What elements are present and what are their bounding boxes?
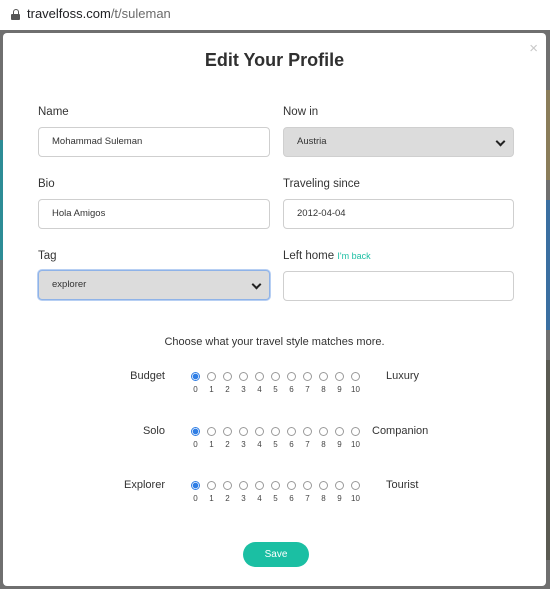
style-radio[interactable] <box>207 427 216 436</box>
style-radio[interactable] <box>207 372 216 381</box>
scale-left-label: Explorer <box>124 479 165 491</box>
name-label: Name <box>38 106 69 118</box>
scale-number: 8 <box>321 385 326 394</box>
tag-select[interactable]: explorer <box>38 270 270 300</box>
style-radio[interactable] <box>271 427 280 436</box>
style-radio[interactable] <box>207 481 216 490</box>
scale-number: 2 <box>225 385 230 394</box>
style-radio[interactable] <box>335 481 344 490</box>
scale-number: 7 <box>305 494 310 503</box>
travel-style-prompt: Choose what your travel style matches mo… <box>164 336 385 348</box>
style-radio[interactable] <box>191 427 200 436</box>
scale-number: 5 <box>273 440 278 449</box>
scale-number: 3 <box>241 494 246 503</box>
traveling-since-input[interactable]: 2012-04-04 <box>283 199 514 229</box>
style-radio[interactable] <box>271 481 280 490</box>
now-in-value: Austria <box>297 136 327 147</box>
bio-input[interactable]: Hola Amigos <box>38 199 270 229</box>
modal-title: Edit Your Profile <box>204 50 345 70</box>
scale-number: 3 <box>241 440 246 449</box>
scale-number: 0 <box>193 494 198 503</box>
lock-icon <box>11 9 20 20</box>
style-radio[interactable] <box>239 372 248 381</box>
scale-left-label: Solo <box>142 425 165 437</box>
style-radio[interactable] <box>239 427 248 436</box>
scale-number: 10 <box>351 494 360 503</box>
style-radio[interactable] <box>303 481 312 490</box>
scale-number: 3 <box>241 385 246 394</box>
style-radio[interactable] <box>351 481 360 490</box>
scale-number: 1 <box>209 385 214 394</box>
scale-number: 4 <box>257 440 262 449</box>
style-radio[interactable] <box>271 372 280 381</box>
scale-number: 10 <box>351 440 360 449</box>
edit-profile-modal: × Edit Your Profile Name Mohammad Sulema… <box>3 33 546 586</box>
chevron-down-icon <box>495 136 506 147</box>
scale-number: 7 <box>305 385 310 394</box>
save-button[interactable]: Save <box>243 542 309 567</box>
scale-number: 5 <box>273 385 278 394</box>
style-radio[interactable] <box>191 372 200 381</box>
style-radio[interactable] <box>335 427 344 436</box>
im-back-link[interactable]: I'm back <box>337 251 370 261</box>
scale-number: 2 <box>225 440 230 449</box>
scale-number: 9 <box>337 385 342 394</box>
scale-number: 1 <box>209 440 214 449</box>
scale-number: 1 <box>209 494 214 503</box>
traveling-since-label: Traveling since <box>283 178 360 190</box>
tag-value: explorer <box>52 279 87 290</box>
style-radio[interactable] <box>239 481 248 490</box>
style-radio[interactable] <box>191 481 200 490</box>
name-input[interactable]: Mohammad Suleman <box>38 127 270 157</box>
scale-number: 6 <box>289 494 294 503</box>
style-radio[interactable] <box>255 427 264 436</box>
style-radio[interactable] <box>303 427 312 436</box>
now-in-select[interactable]: Austria <box>283 127 514 157</box>
scale-right-label: Tourist <box>386 479 419 491</box>
style-radio[interactable] <box>223 372 232 381</box>
bio-label: Bio <box>38 178 55 190</box>
style-radio[interactable] <box>351 427 360 436</box>
style-radio[interactable] <box>351 372 360 381</box>
scale-number: 2 <box>225 494 230 503</box>
scale-number: 10 <box>351 385 360 394</box>
scale-number: 8 <box>321 494 326 503</box>
style-radio[interactable] <box>255 372 264 381</box>
scale-number: 6 <box>289 385 294 394</box>
scale-number: 7 <box>305 440 310 449</box>
style-radio[interactable] <box>319 481 328 490</box>
scale-number: 8 <box>321 440 326 449</box>
scale-right-label: Companion <box>372 425 429 437</box>
style-radio[interactable] <box>287 372 296 381</box>
left-home-label-group: Left home I'm back <box>283 250 371 262</box>
style-radio[interactable] <box>303 372 312 381</box>
left-home-label: Left home <box>283 250 335 262</box>
left-home-input[interactable] <box>283 271 514 301</box>
style-radio[interactable] <box>287 481 296 490</box>
scale-left-label: Budget <box>130 370 165 382</box>
scale-number: 6 <box>289 440 294 449</box>
scale-number: 5 <box>273 494 278 503</box>
style-radio[interactable] <box>319 372 328 381</box>
browser-address-bar[interactable]: travelfoss.com/t/suleman <box>0 0 550 30</box>
now-in-label: Now in <box>283 106 319 118</box>
scale-number: 0 <box>193 440 198 449</box>
style-radio[interactable] <box>319 427 328 436</box>
scale-number: 4 <box>257 385 262 394</box>
style-radio[interactable] <box>223 427 232 436</box>
style-radio[interactable] <box>287 427 296 436</box>
url-text[interactable]: travelfoss.com/t/suleman <box>27 6 171 21</box>
style-radio[interactable] <box>335 372 344 381</box>
tag-label: Tag <box>38 250 57 262</box>
scale-number: 0 <box>193 385 198 394</box>
chevron-down-icon <box>251 279 262 290</box>
style-radio[interactable] <box>255 481 264 490</box>
style-radio[interactable] <box>223 481 232 490</box>
scale-number: 4 <box>257 494 262 503</box>
scale-right-label: Luxury <box>386 370 420 382</box>
scale-number: 9 <box>337 494 342 503</box>
scale-number: 9 <box>337 440 342 449</box>
